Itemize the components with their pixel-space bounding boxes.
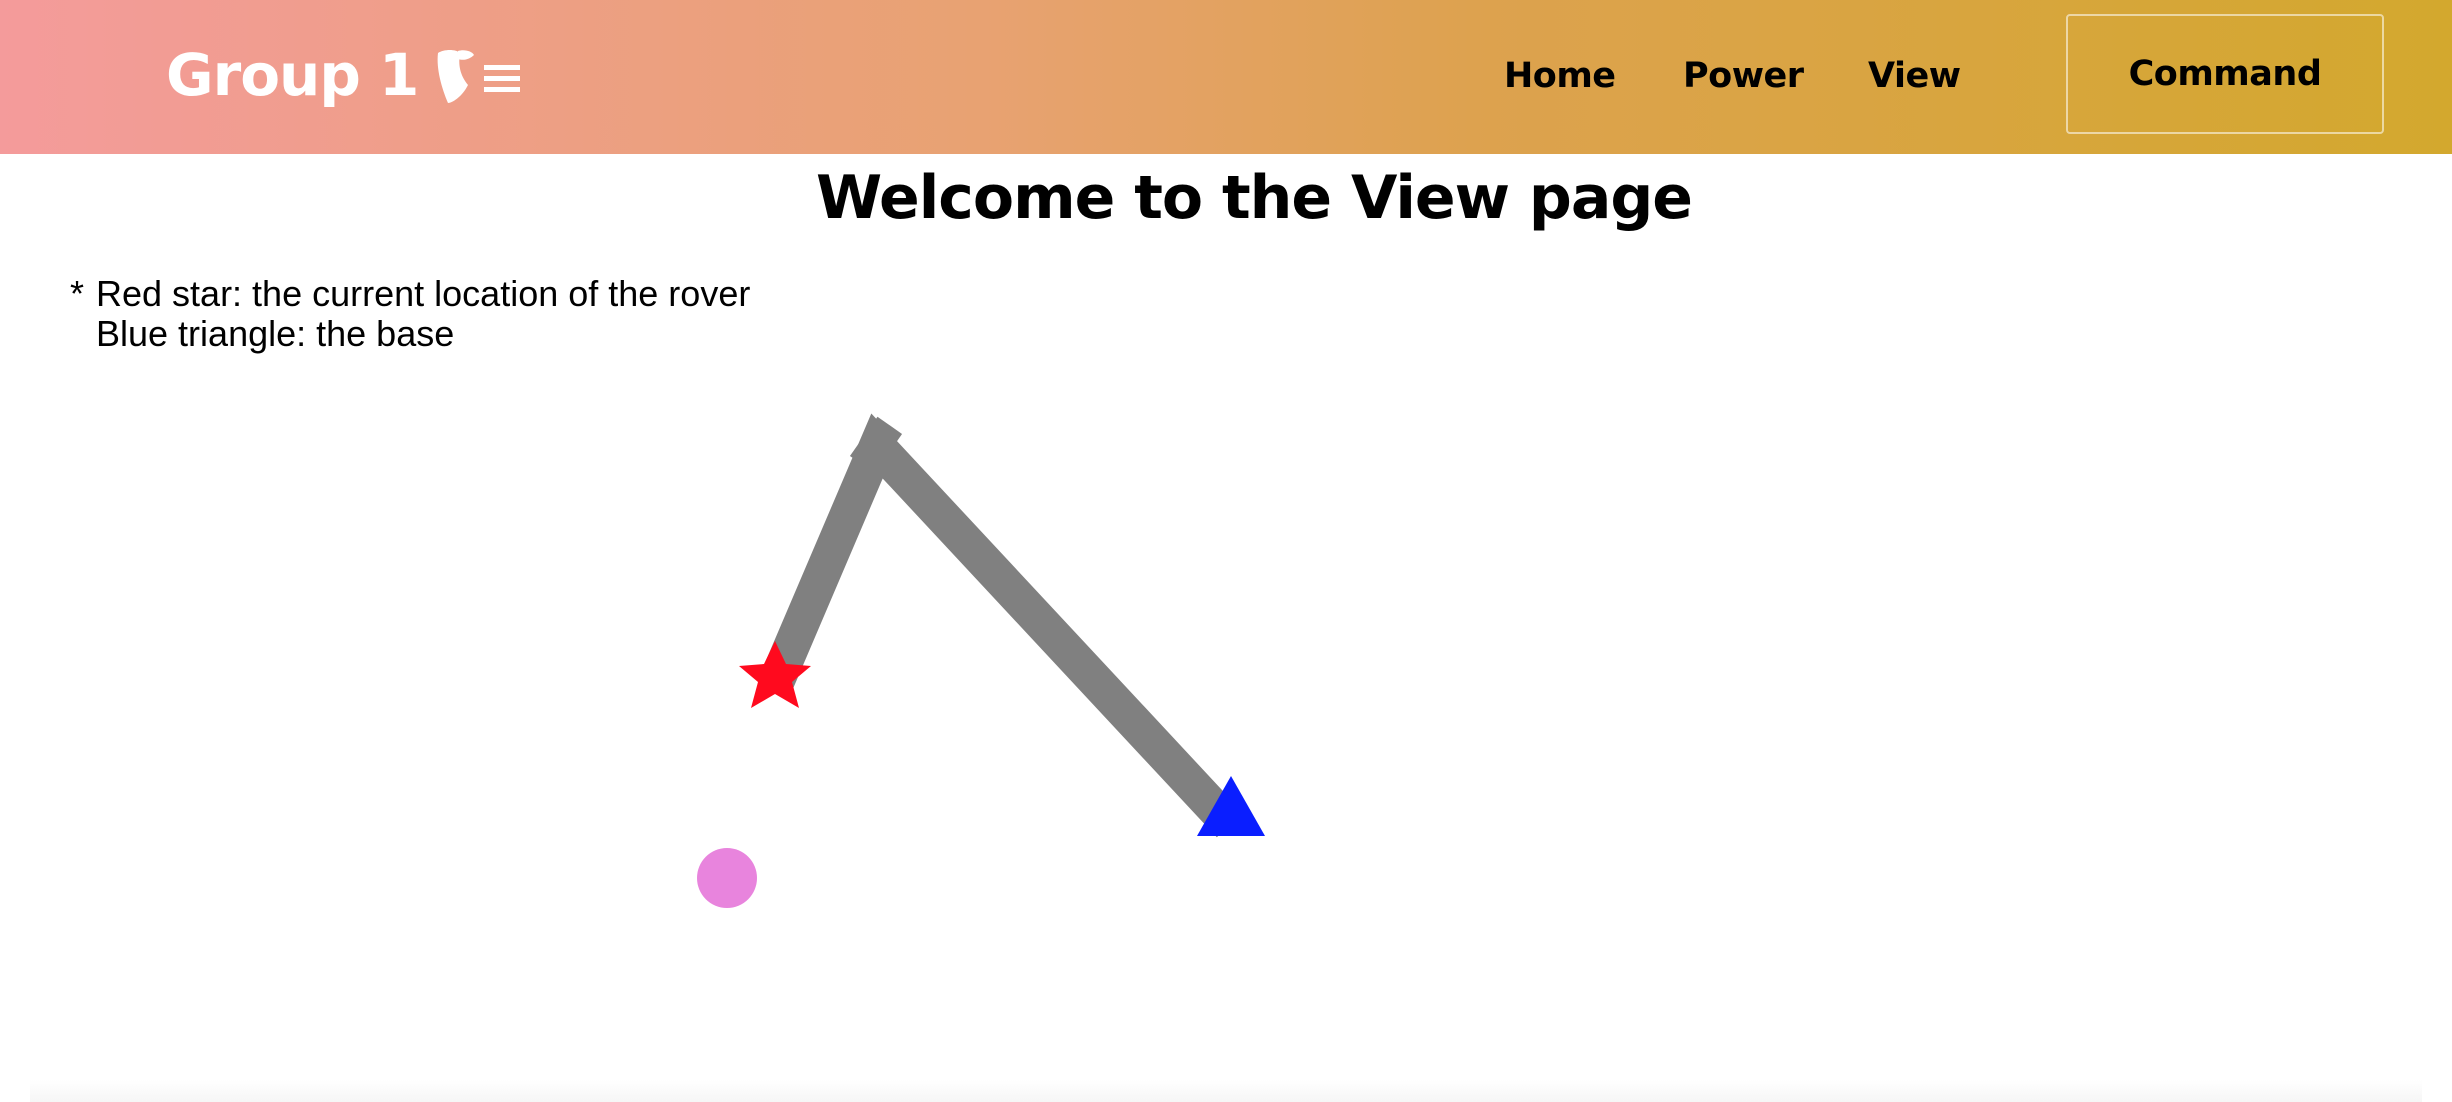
page-bottom-shadow bbox=[30, 1080, 2422, 1102]
rover-path bbox=[758, 413, 1244, 838]
rover-map bbox=[697, 413, 1265, 908]
marker-circle-icon bbox=[697, 848, 757, 908]
